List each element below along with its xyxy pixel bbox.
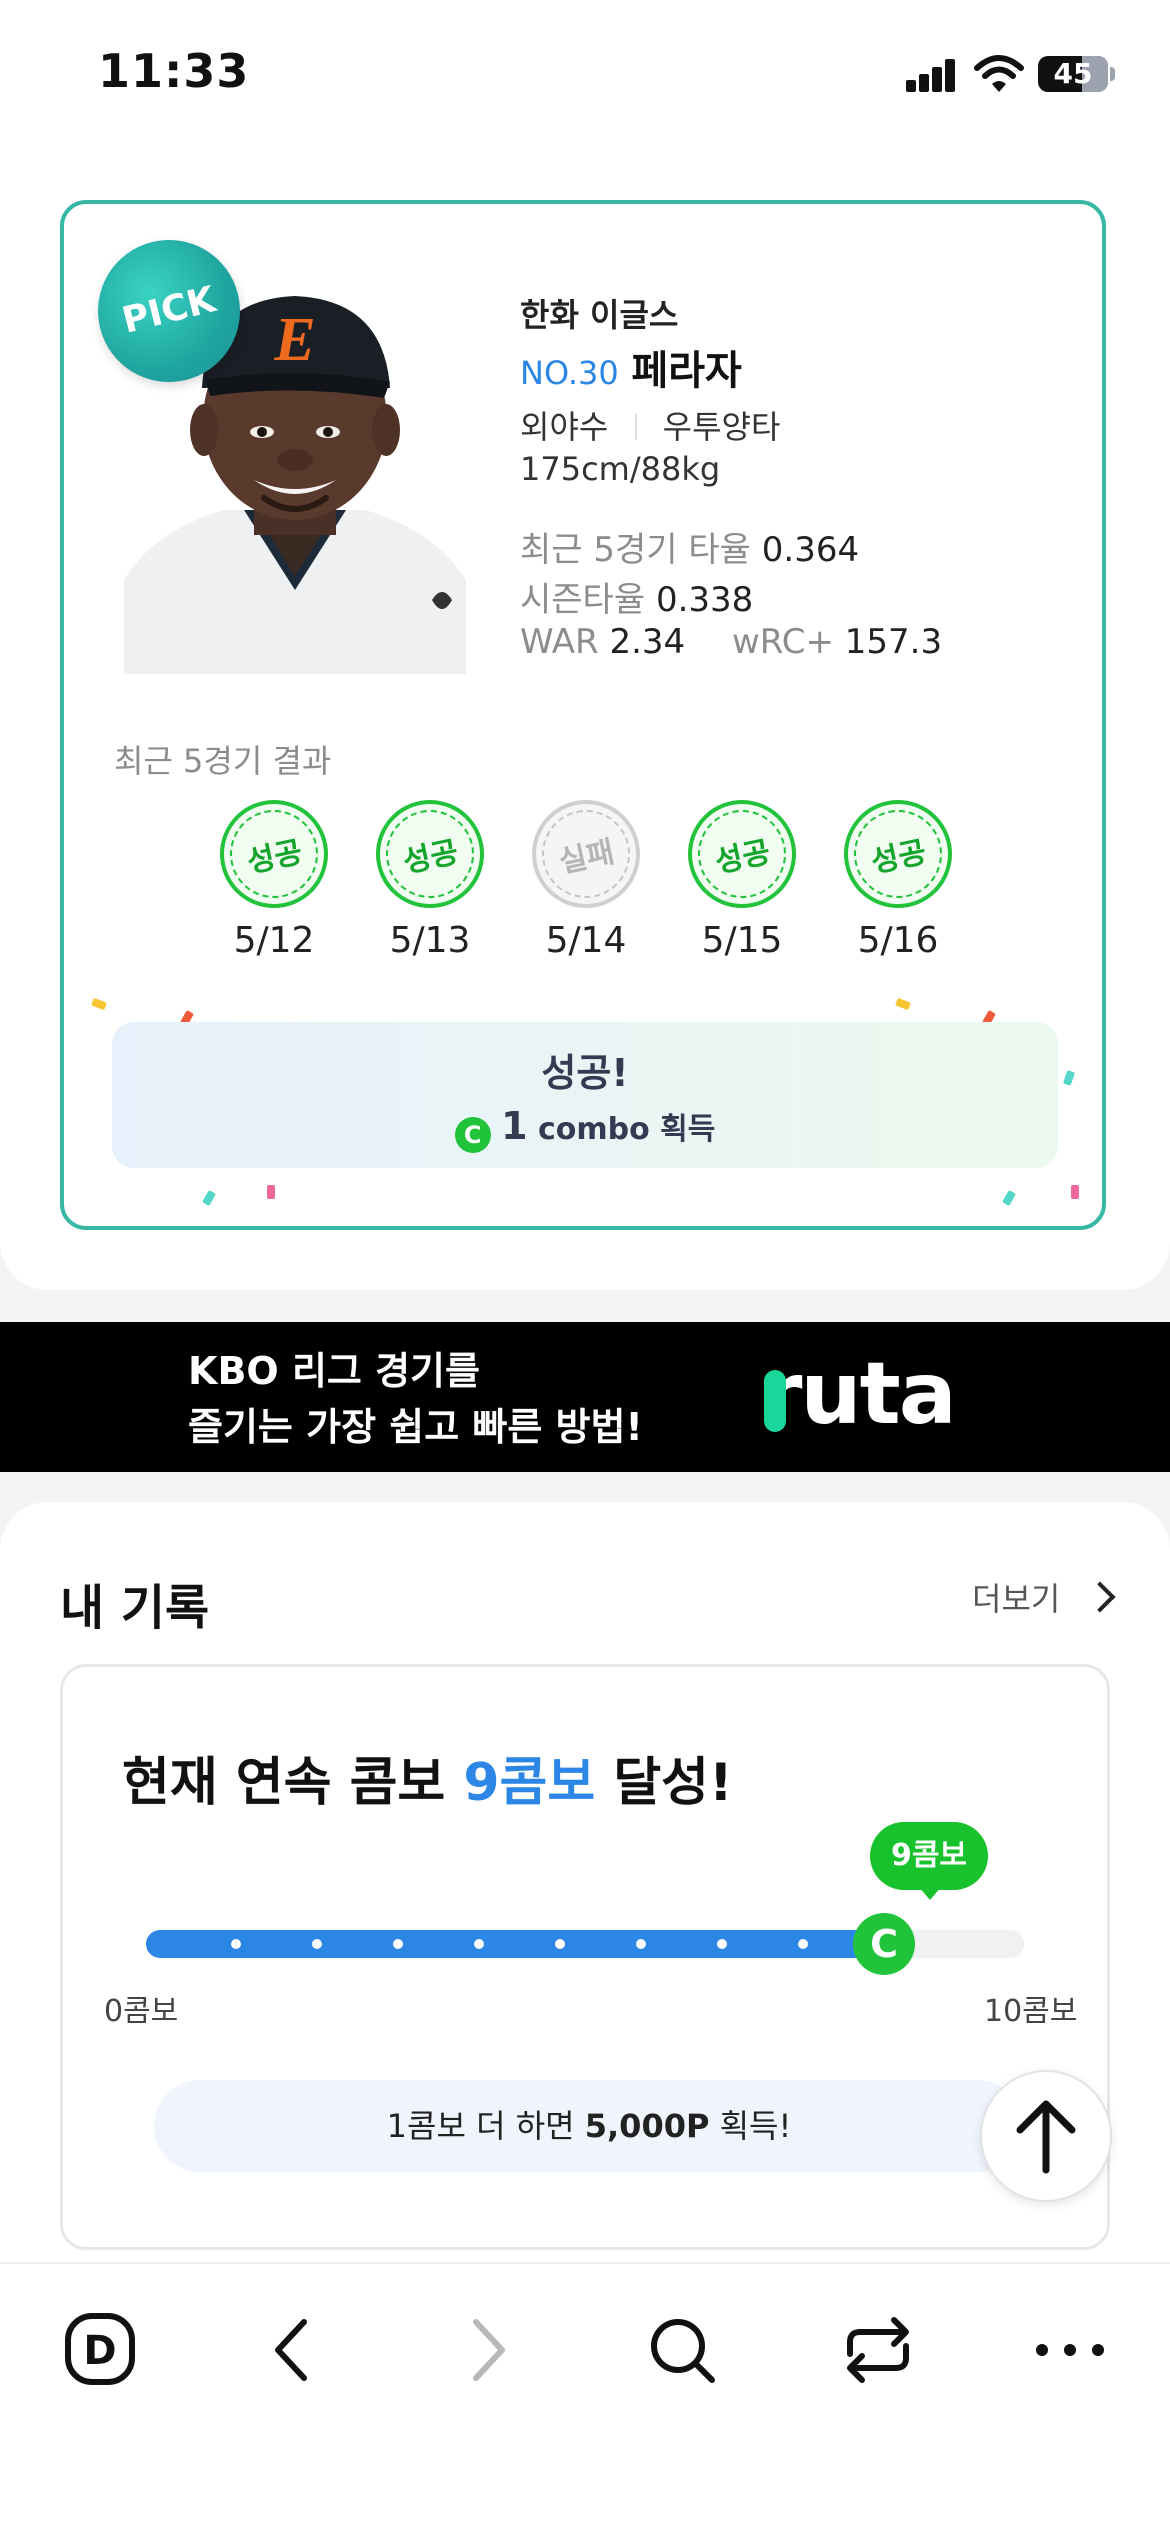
combo-gain-row: C 1 combo 획득 <box>112 1104 1058 1153</box>
result-date: 5/13 <box>389 920 471 961</box>
chevron-right-icon <box>1083 1581 1116 1613</box>
reward-prefix: 1콤보 더 하면 <box>386 2107 575 2145</box>
records-more-label: 더보기 <box>972 1580 1061 1618</box>
wrc-label: wRC+ <box>731 622 834 662</box>
player-number: NO.30 <box>520 354 619 392</box>
battery-level: 45 <box>1053 57 1093 90</box>
combo-headline-suffix: 달성! <box>613 1753 733 1813</box>
team-name: 한화 이글스 <box>520 296 679 334</box>
share-button[interactable] <box>828 2300 928 2400</box>
confetti <box>91 997 107 1011</box>
progress-step-dot <box>474 1939 485 1949</box>
combo-gain-count: 1 <box>501 1104 528 1148</box>
records-more-link[interactable]: 더보기 <box>972 1574 1116 1620</box>
search-button[interactable] <box>632 2300 732 2400</box>
bottom-toolbar <box>0 2262 1170 2534</box>
result-badge-fail: 실패 <box>532 800 640 908</box>
combo-tag: 9콤보 <box>870 1822 988 1890</box>
divider <box>634 414 637 440</box>
combo-headline-prefix: 현재 연속 콤보 <box>122 1753 446 1813</box>
more-icon <box>1036 2344 1104 2356</box>
records-title: 내 기록 <box>60 1580 210 1636</box>
progress-step-dot <box>555 1939 566 1949</box>
svg-text:E: E <box>273 306 315 374</box>
confetti <box>895 997 911 1011</box>
forward-button[interactable] <box>438 2300 538 2400</box>
season-avg-value: 0.338 <box>655 580 754 620</box>
recent5-avg-label: 최근 5경기 타율 <box>520 530 751 570</box>
progress-step-dot <box>636 1939 647 1949</box>
progress-min-label: 0콤보 <box>104 1994 179 2029</box>
ad-brand-accent <box>764 1370 786 1432</box>
combo-headline-highlight: 9콤보 <box>463 1753 596 1813</box>
season-avg-row: 시즌타율 0.338 <box>520 572 753 621</box>
progress-max-label: 10콤보 <box>984 1994 1078 2029</box>
recent5-avg-row: 최근 5경기 타율 0.364 <box>520 522 859 571</box>
confetti <box>267 1185 275 1199</box>
status-bar: 11:33 45 <box>0 0 1170 140</box>
combo-progress-fill <box>146 1930 899 1958</box>
svg-text:D: D <box>83 2328 116 2374</box>
combo-marker-icon: C <box>853 1913 916 1975</box>
scroll-to-top-button[interactable] <box>980 2070 1112 2202</box>
war-row: WAR 2.34 wRC+ 157.3 <box>520 622 942 662</box>
player-title: NO.30 페라자 <box>520 338 742 396</box>
home-button[interactable]: D <box>50 2300 150 2400</box>
status-time: 11:33 <box>98 44 250 98</box>
result-badge: 성공 <box>688 800 796 908</box>
success-box: 성공! C 1 combo 획득 <box>112 1022 1058 1168</box>
ad-text-line2: 즐기는 가장 쉽고 빠른 방법! <box>188 1405 643 1449</box>
progress-step-dot <box>231 1939 241 1949</box>
result-badge: 성공 <box>376 800 484 908</box>
player-position-row: 외야수 우투양타 <box>520 402 780 448</box>
confetti <box>1071 1185 1079 1199</box>
reward-hint: 1콤보 더 하면 5,000P 획득! <box>154 2080 1024 2172</box>
player-handedness: 우투양타 <box>662 408 781 446</box>
ad-text-line1: KBO 리그 경기를 <box>188 1349 480 1393</box>
combo-headline: 현재 연속 콤보 9콤보 달성! <box>122 1740 733 1815</box>
home-d-icon: D <box>65 2313 135 2385</box>
reward-suffix: 획득! <box>719 2107 792 2145</box>
signal-icon <box>906 58 956 92</box>
result-badge: 성공 <box>220 800 328 908</box>
wifi-icon <box>974 55 1024 92</box>
reward-points: 5,000P <box>584 2107 710 2145</box>
recent5-avg-value: 0.364 <box>761 530 860 570</box>
progress-step-dot <box>393 1939 404 1949</box>
combo-gain-text: combo 획득 <box>537 1112 716 1147</box>
player-card[interactable]: E PICK 한화 이글스 NO.30 페라자 외야수 우투양타 175cm/8… <box>60 200 1106 1230</box>
battery-icon: 45 <box>1038 56 1108 92</box>
back-icon <box>275 2319 307 2381</box>
share-icon <box>847 2317 909 2383</box>
confetti <box>1002 1189 1016 1207</box>
arrow-up-icon <box>1016 2100 1076 2174</box>
search-icon <box>651 2319 715 2383</box>
confetti <box>202 1189 216 1207</box>
progress-step-dot <box>717 1939 728 1949</box>
confetti <box>1062 1070 1076 1086</box>
result-date: 5/16 <box>857 920 939 961</box>
player-position: 외야수 <box>520 408 609 446</box>
combo-tag-tail <box>918 1886 942 1900</box>
more-button[interactable] <box>1020 2300 1120 2400</box>
war-label: WAR <box>520 622 599 662</box>
success-title: 성공! <box>541 1051 629 1095</box>
combo-coin-icon: C <box>454 1117 491 1153</box>
wrc-value: 157.3 <box>844 622 943 662</box>
war-value: 2.34 <box>609 622 686 662</box>
result-date: 5/12 <box>233 920 315 961</box>
recent-results-title: 최근 5경기 결과 <box>114 742 332 780</box>
forward-icon <box>473 2319 505 2381</box>
ad-banner[interactable]: KBO 리그 경기를 즐기는 가장 쉽고 빠른 방법! ruta <box>0 1322 1170 1472</box>
ad-brand-logo: ruta <box>760 1344 957 1444</box>
result-badge: 성공 <box>844 800 952 908</box>
result-date: 5/14 <box>545 920 627 961</box>
player-body: 175cm/88kg <box>520 450 721 488</box>
season-avg-label: 시즌타율 <box>520 580 646 620</box>
battery-tip <box>1110 67 1115 81</box>
result-date: 5/15 <box>701 920 783 961</box>
player-name: 페라자 <box>631 348 742 394</box>
back-button[interactable] <box>242 2300 342 2400</box>
progress-step-dot <box>312 1939 322 1949</box>
